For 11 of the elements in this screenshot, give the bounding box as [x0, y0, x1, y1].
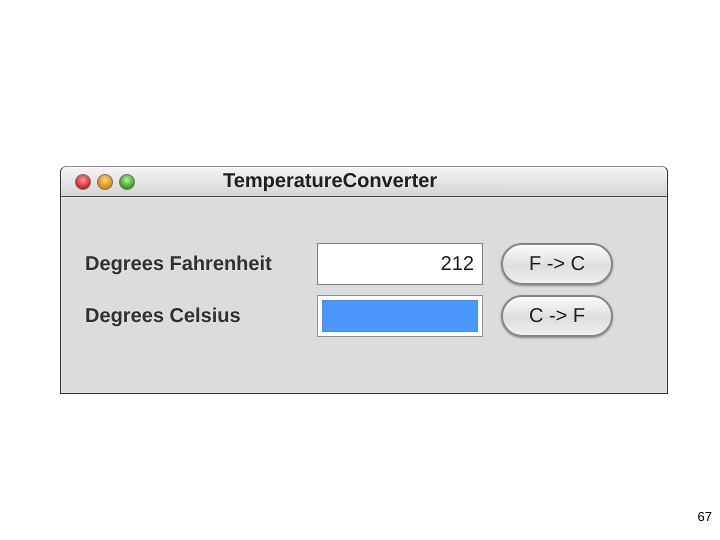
convert-button[interactable]: F -> C — [501, 243, 613, 285]
input-field[interactable]: 212 — [317, 243, 483, 285]
minimize-button[interactable] — [97, 174, 113, 190]
close-button[interactable] — [75, 174, 91, 190]
zoom-button[interactable] — [119, 174, 135, 190]
page-number: 67 — [698, 509, 712, 524]
field-label: Degrees Fahrenheit — [85, 252, 273, 276]
input-field[interactable] — [317, 295, 483, 337]
window-title: TemperatureConverter — [223, 170, 438, 193]
convert-button[interactable]: C -> F — [501, 295, 613, 337]
field-label: Degrees Celsius — [85, 304, 242, 328]
